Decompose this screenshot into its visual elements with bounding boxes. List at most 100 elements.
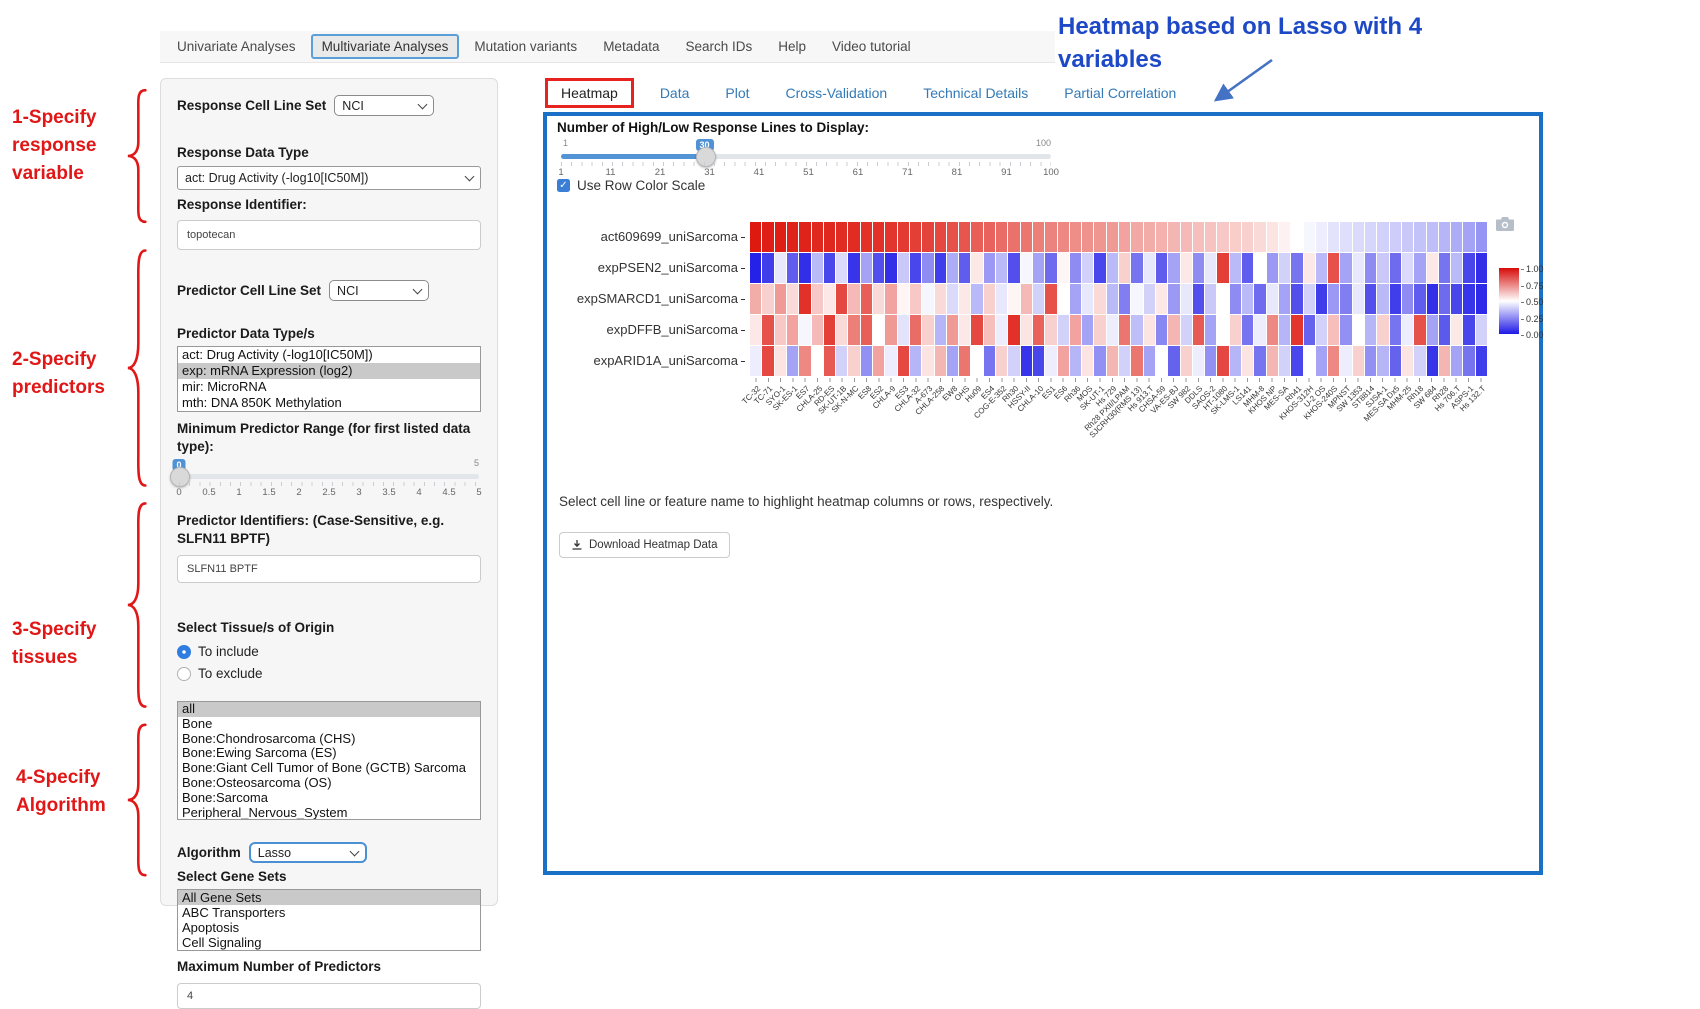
- heatmap-cell-1-16[interactable]: [947, 253, 958, 283]
- heatmap-cell-3-52[interactable]: [1390, 315, 1401, 345]
- heatmap-cell-0-3[interactable]: [787, 222, 798, 252]
- heatmap-cell-2-50[interactable]: [1365, 284, 1376, 314]
- heatmap-cell-4-44[interactable]: [1291, 346, 1302, 376]
- heatmap-cell-2-1[interactable]: [762, 284, 773, 314]
- heatmap-cell-4-7[interactable]: [836, 346, 847, 376]
- heatmap-row-label-act609699-unisarcoma[interactable]: act609699_uniSarcoma: [547, 222, 745, 252]
- heatmap-cell-0-30[interactable]: [1119, 222, 1130, 252]
- heatmap-cell-0-1[interactable]: [762, 222, 773, 252]
- heatmap-cell-3-0[interactable]: [750, 315, 761, 345]
- heatmap-cell-4-17[interactable]: [959, 346, 970, 376]
- max-predictors-input[interactable]: 4: [177, 983, 481, 1009]
- heatmap-cell-2-15[interactable]: [935, 284, 946, 314]
- heatmap-cell-0-55[interactable]: [1427, 222, 1438, 252]
- heatmap-cell-2-48[interactable]: [1340, 284, 1351, 314]
- heatmap-cell-3-39[interactable]: [1230, 315, 1241, 345]
- heatmap-cell-0-28[interactable]: [1094, 222, 1105, 252]
- heatmap-cell-1-54[interactable]: [1414, 253, 1425, 283]
- nav-tab-video-tutorial[interactable]: Video tutorial: [821, 34, 922, 59]
- heatmap-cell-4-24[interactable]: [1045, 346, 1056, 376]
- heatmap-cell-3-43[interactable]: [1279, 315, 1290, 345]
- heatmap-cell-1-27[interactable]: [1082, 253, 1093, 283]
- tissue-include-radio[interactable]: To include: [177, 644, 481, 659]
- heatmap-cell-2-19[interactable]: [984, 284, 995, 314]
- heatmap-cell-0-57[interactable]: [1451, 222, 1462, 252]
- heatmap-cell-0-4[interactable]: [799, 222, 810, 252]
- heatmap-row-label-exppsen2-unisarcoma[interactable]: expPSEN2_uniSarcoma: [547, 253, 745, 283]
- heatmap-cell-1-11[interactable]: [885, 253, 896, 283]
- tissue-option-bone-osteosarcoma-os[interactable]: Bone:Osteosarcoma (OS): [178, 776, 480, 791]
- heatmap-cell-2-55[interactable]: [1427, 284, 1438, 314]
- heatmap-cell-1-14[interactable]: [922, 253, 933, 283]
- heatmap-cell-0-16[interactable]: [947, 222, 958, 252]
- heatmap-cell-3-15[interactable]: [935, 315, 946, 345]
- heatmap-cell-2-14[interactable]: [922, 284, 933, 314]
- heatmap-cell-1-13[interactable]: [910, 253, 921, 283]
- heatmap-cell-1-30[interactable]: [1119, 253, 1130, 283]
- predictor-type-option-mth-dna-850k-methylation[interactable]: mth: DNA 850K Methylation: [178, 395, 480, 411]
- heatmap-cell-4-41[interactable]: [1254, 346, 1265, 376]
- heatmap-cell-3-34[interactable]: [1168, 315, 1179, 345]
- heatmap-cell-1-9[interactable]: [861, 253, 872, 283]
- row-color-scale-checkbox[interactable]: ✓ Use Row Color Scale: [557, 178, 705, 193]
- heatmap-cell-2-3[interactable]: [787, 284, 798, 314]
- heatmap-cell-1-35[interactable]: [1181, 253, 1192, 283]
- heatmap-cell-1-2[interactable]: [775, 253, 786, 283]
- heatmap-cell-0-34[interactable]: [1168, 222, 1179, 252]
- heatmap-cell-3-25[interactable]: [1058, 315, 1069, 345]
- heatmap-cell-2-13[interactable]: [910, 284, 921, 314]
- heatmap-cell-0-24[interactable]: [1045, 222, 1056, 252]
- heatmap-cell-4-5[interactable]: [812, 346, 823, 376]
- heatmap-row-label-expdffb-unisarcoma[interactable]: expDFFB_uniSarcoma: [547, 315, 745, 345]
- heatmap-cell-0-44[interactable]: [1291, 222, 1302, 252]
- heatmap-cell-2-34[interactable]: [1168, 284, 1179, 314]
- nav-tab-metadata[interactable]: Metadata: [592, 34, 670, 59]
- heatmap-cell-4-11[interactable]: [885, 346, 896, 376]
- heatmap-cell-0-31[interactable]: [1131, 222, 1142, 252]
- heatmap-cell-3-17[interactable]: [959, 315, 970, 345]
- predictor-type-option-act-drug-activity-log10-ic50m[interactable]: act: Drug Activity (-log10[IC50M]): [178, 347, 480, 363]
- heatmap-cell-3-14[interactable]: [922, 315, 933, 345]
- heatmap-cell-1-24[interactable]: [1045, 253, 1056, 283]
- heatmap-cell-0-42[interactable]: [1267, 222, 1278, 252]
- heatmap-cell-2-17[interactable]: [959, 284, 970, 314]
- heatmap-cell-3-7[interactable]: [836, 315, 847, 345]
- response-identifier-input[interactable]: topotecan: [177, 220, 481, 250]
- heatmap-cell-0-25[interactable]: [1058, 222, 1069, 252]
- heatmap-cell-3-16[interactable]: [947, 315, 958, 345]
- heatmap-cell-3-57[interactable]: [1451, 315, 1462, 345]
- heatmap-cell-4-10[interactable]: [873, 346, 884, 376]
- heatmap-cell-4-59[interactable]: [1476, 346, 1487, 376]
- heatmap-cell-1-34[interactable]: [1168, 253, 1179, 283]
- heatmap-cell-4-9[interactable]: [861, 346, 872, 376]
- heatmap-cell-3-37[interactable]: [1205, 315, 1216, 345]
- heatmap-cell-4-15[interactable]: [935, 346, 946, 376]
- heatmap-cell-3-13[interactable]: [910, 315, 921, 345]
- heatmap-cell-2-12[interactable]: [898, 284, 909, 314]
- heatmap-cell-1-8[interactable]: [848, 253, 859, 283]
- response-cell-line-set-select[interactable]: NCI: [334, 95, 434, 116]
- heatmap-cell-0-45[interactable]: [1304, 222, 1315, 252]
- heatmap-cell-4-37[interactable]: [1205, 346, 1216, 376]
- heatmap-cell-4-48[interactable]: [1340, 346, 1351, 376]
- tissue-option-peripheral-nervous-system[interactable]: Peripheral_Nervous_System: [178, 806, 480, 820]
- heatmap-cell-4-1[interactable]: [762, 346, 773, 376]
- heatmap-cell-0-59[interactable]: [1476, 222, 1487, 252]
- heatmap-cell-0-58[interactable]: [1463, 222, 1474, 252]
- heatmap-cell-0-17[interactable]: [959, 222, 970, 252]
- heatmap-cell-1-55[interactable]: [1427, 253, 1438, 283]
- heatmap-cell-2-7[interactable]: [836, 284, 847, 314]
- heatmap-cell-1-18[interactable]: [971, 253, 982, 283]
- heatmap-cell-1-37[interactable]: [1205, 253, 1216, 283]
- heatmap-cell-4-13[interactable]: [910, 346, 921, 376]
- heatmap-cell-2-22[interactable]: [1021, 284, 1032, 314]
- heatmap-cell-0-39[interactable]: [1230, 222, 1241, 252]
- heatmap-cell-4-22[interactable]: [1021, 346, 1032, 376]
- heatmap-cell-4-58[interactable]: [1463, 346, 1474, 376]
- heatmap-cell-3-56[interactable]: [1439, 315, 1450, 345]
- tab-cross-validation[interactable]: Cross-Validation: [776, 80, 898, 106]
- heatmap-cell-1-7[interactable]: [836, 253, 847, 283]
- predictor-cell-line-set-select[interactable]: NCI: [329, 280, 429, 301]
- heatmap-cell-0-40[interactable]: [1242, 222, 1253, 252]
- heatmap-cell-1-20[interactable]: [996, 253, 1007, 283]
